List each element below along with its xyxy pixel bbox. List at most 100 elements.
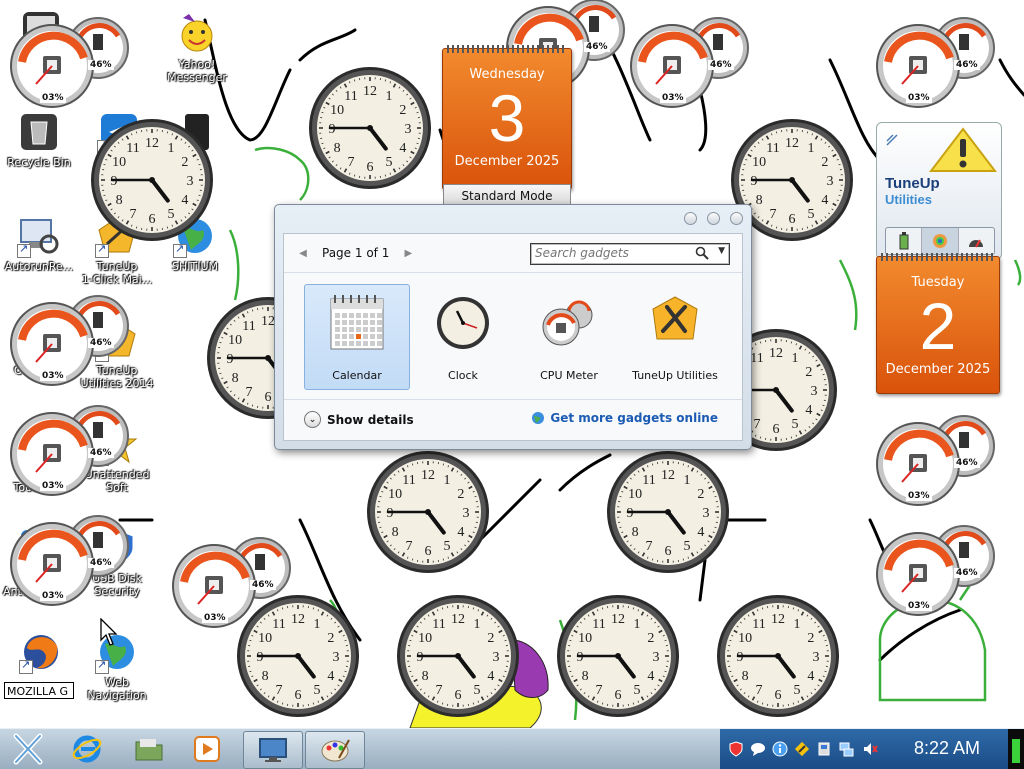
- desktop-icon-recycle[interactable]: Recycle Bin: [0, 110, 78, 169]
- clock-gadget[interactable]: 123456789101112: [394, 592, 522, 720]
- chevron-down-icon[interactable]: ▼: [718, 246, 725, 256]
- taskbar-explorer[interactable]: [126, 731, 172, 767]
- svg-text:3: 3: [187, 174, 194, 189]
- clock-gadget[interactable]: 123456789101112: [604, 448, 732, 576]
- calendar-weekday: Tuesday: [877, 275, 999, 290]
- svg-text:1: 1: [634, 617, 641, 632]
- cpu-meter-gadget[interactable]: 03%46%: [10, 14, 138, 114]
- svg-text:8: 8: [262, 669, 269, 684]
- clock-face-icon: 123456789101112: [554, 592, 682, 720]
- system-tray: 8:22 AM: [720, 729, 1024, 769]
- clock-gadget[interactable]: 123456789101112: [364, 448, 492, 576]
- gadget-tile-calendar[interactable]: Calendar: [304, 284, 410, 390]
- svg-text:5: 5: [794, 683, 801, 698]
- shortcut-arrow-icon: [95, 660, 109, 674]
- taskbar-media-player[interactable]: [184, 731, 230, 767]
- taskbar-internet-explorer[interactable]: [64, 731, 110, 767]
- svg-text:2: 2: [181, 155, 188, 170]
- chat-icon[interactable]: [750, 741, 766, 757]
- cpu-meter-gadget[interactable]: 03%46%: [10, 512, 138, 612]
- svg-text:9: 9: [257, 650, 264, 665]
- next-page-button[interactable]: ▶: [401, 243, 415, 263]
- cpu-meter-dial-icon: [876, 14, 1004, 114]
- maximize-button[interactable]: [707, 212, 720, 225]
- taskbar-clock[interactable]: 8:22 AM: [914, 738, 980, 759]
- clock-gadget[interactable]: 123456789101112: [714, 592, 842, 720]
- svg-text:2: 2: [647, 631, 654, 646]
- calendar-gadget-right[interactable]: Tuesday 2 December 2025: [876, 256, 1000, 394]
- resize-icon[interactable]: [885, 133, 899, 147]
- desktop-icon-yahoo[interactable]: Yahoo! Messenger: [158, 12, 236, 84]
- cpu-meter-gadget[interactable]: 03% 46%: [10, 292, 138, 392]
- start-button[interactable]: [2, 731, 54, 767]
- svg-text:8: 8: [116, 193, 123, 208]
- tuneup-tray-icon[interactable]: [794, 741, 810, 757]
- show-desktop-button[interactable]: [1008, 729, 1024, 769]
- desktop[interactable]: SkypeYahoo! MessengerRecycle BinTockAuto…: [0, 0, 1024, 728]
- cpu-meter-gadget[interactable]: 03%46%: [10, 402, 138, 502]
- cpu-meter-gadget[interactable]: 03%46%: [172, 534, 300, 634]
- svg-text:5: 5: [634, 683, 641, 698]
- cpu-meter-dial-icon: [10, 292, 138, 392]
- svg-text:6: 6: [455, 688, 462, 703]
- svg-text:12: 12: [451, 612, 465, 627]
- svg-text:3: 3: [653, 650, 660, 665]
- svg-text:6: 6: [265, 390, 272, 405]
- gadget-tile-tuneup[interactable]: TuneUp Utilities: [622, 284, 728, 390]
- gadget-tile-label: Clock: [411, 369, 515, 382]
- cpu-meter-gadget[interactable]: 03%46%: [876, 522, 1004, 622]
- usb-device-icon[interactable]: [816, 741, 832, 757]
- desktop-icon-autorun[interactable]: AutorunRe...: [0, 214, 78, 273]
- cpu-meter-gadget[interactable]: 03%46%: [876, 412, 1004, 512]
- svg-text:8: 8: [422, 669, 429, 684]
- memory-usage-readout: 46%: [88, 338, 114, 348]
- show-details-button[interactable]: ⌄ Show details: [304, 411, 414, 428]
- close-button[interactable]: [730, 212, 743, 225]
- svg-text:9: 9: [627, 506, 634, 521]
- cpu-meter-gadget[interactable]: 03%46%: [630, 14, 758, 114]
- taskbar-remote-desktop[interactable]: [243, 731, 303, 769]
- volume-muted-icon[interactable]: [862, 741, 878, 757]
- search-box: ▼: [530, 243, 730, 265]
- calendar-gadget[interactable]: Wednesday 3 December 2025: [442, 48, 572, 190]
- clock-gadget[interactable]: 123456789101112: [554, 592, 682, 720]
- svg-text:4: 4: [181, 193, 188, 208]
- memory-usage-readout: 46%: [954, 568, 980, 578]
- minimize-button[interactable]: [684, 212, 697, 225]
- svg-text:11: 11: [344, 89, 357, 104]
- recycle-icon: [17, 110, 61, 154]
- gadget-tile-cpu-meter[interactable]: CPU Meter: [516, 284, 622, 390]
- tuneup-title: TuneUp: [885, 175, 940, 192]
- shield-icon[interactable]: [728, 741, 744, 757]
- tuneup-speed-button[interactable]: [959, 228, 994, 254]
- prev-page-button[interactable]: ◀: [296, 243, 310, 263]
- svg-text:5: 5: [684, 539, 691, 554]
- tuneup-status-button[interactable]: [922, 228, 958, 254]
- gadget-tile-clock[interactable]: Clock: [410, 284, 516, 390]
- cpu-meter-gadget[interactable]: 03%46%: [876, 14, 1004, 114]
- search-input[interactable]: [535, 245, 685, 261]
- page-navigator: ◀ Page 1 of 1 ▶: [296, 242, 415, 264]
- svg-text:2: 2: [399, 103, 406, 118]
- cpu-meter-dial-icon: [630, 14, 758, 114]
- clock-gadget[interactable]: 123456789101112: [88, 116, 216, 244]
- rename-input[interactable]: MOZILLA G: [4, 682, 74, 699]
- svg-text:4: 4: [487, 669, 494, 684]
- svg-text:10: 10: [628, 487, 642, 502]
- calendar-day: 2: [877, 290, 999, 362]
- desktop-icon-firefox[interactable]: [2, 630, 80, 674]
- gadget-gallery-window[interactable]: ◀ Page 1 of 1 ▶ ▼ CalendarClockCPU Meter…: [274, 204, 752, 450]
- svg-text:5: 5: [444, 539, 451, 554]
- get-more-gadgets-link[interactable]: Get more gadgets online: [531, 411, 718, 425]
- info-icon[interactable]: [772, 741, 788, 757]
- svg-text:9: 9: [417, 650, 424, 665]
- clock-gadget[interactable]: 123456789101112: [306, 64, 434, 192]
- cpu-usage-readout: 03%: [40, 371, 66, 381]
- tuneup-gadget[interactable]: TuneUp Utilities: [876, 122, 1002, 260]
- network-icon[interactable]: [838, 741, 854, 757]
- tuneup-battery-button[interactable]: [886, 228, 922, 254]
- taskbar-paint[interactable]: [305, 731, 365, 769]
- svg-text:4: 4: [457, 525, 464, 540]
- search-icon[interactable]: [695, 246, 709, 260]
- desktop-icon-label: Recycle Bin: [0, 156, 78, 169]
